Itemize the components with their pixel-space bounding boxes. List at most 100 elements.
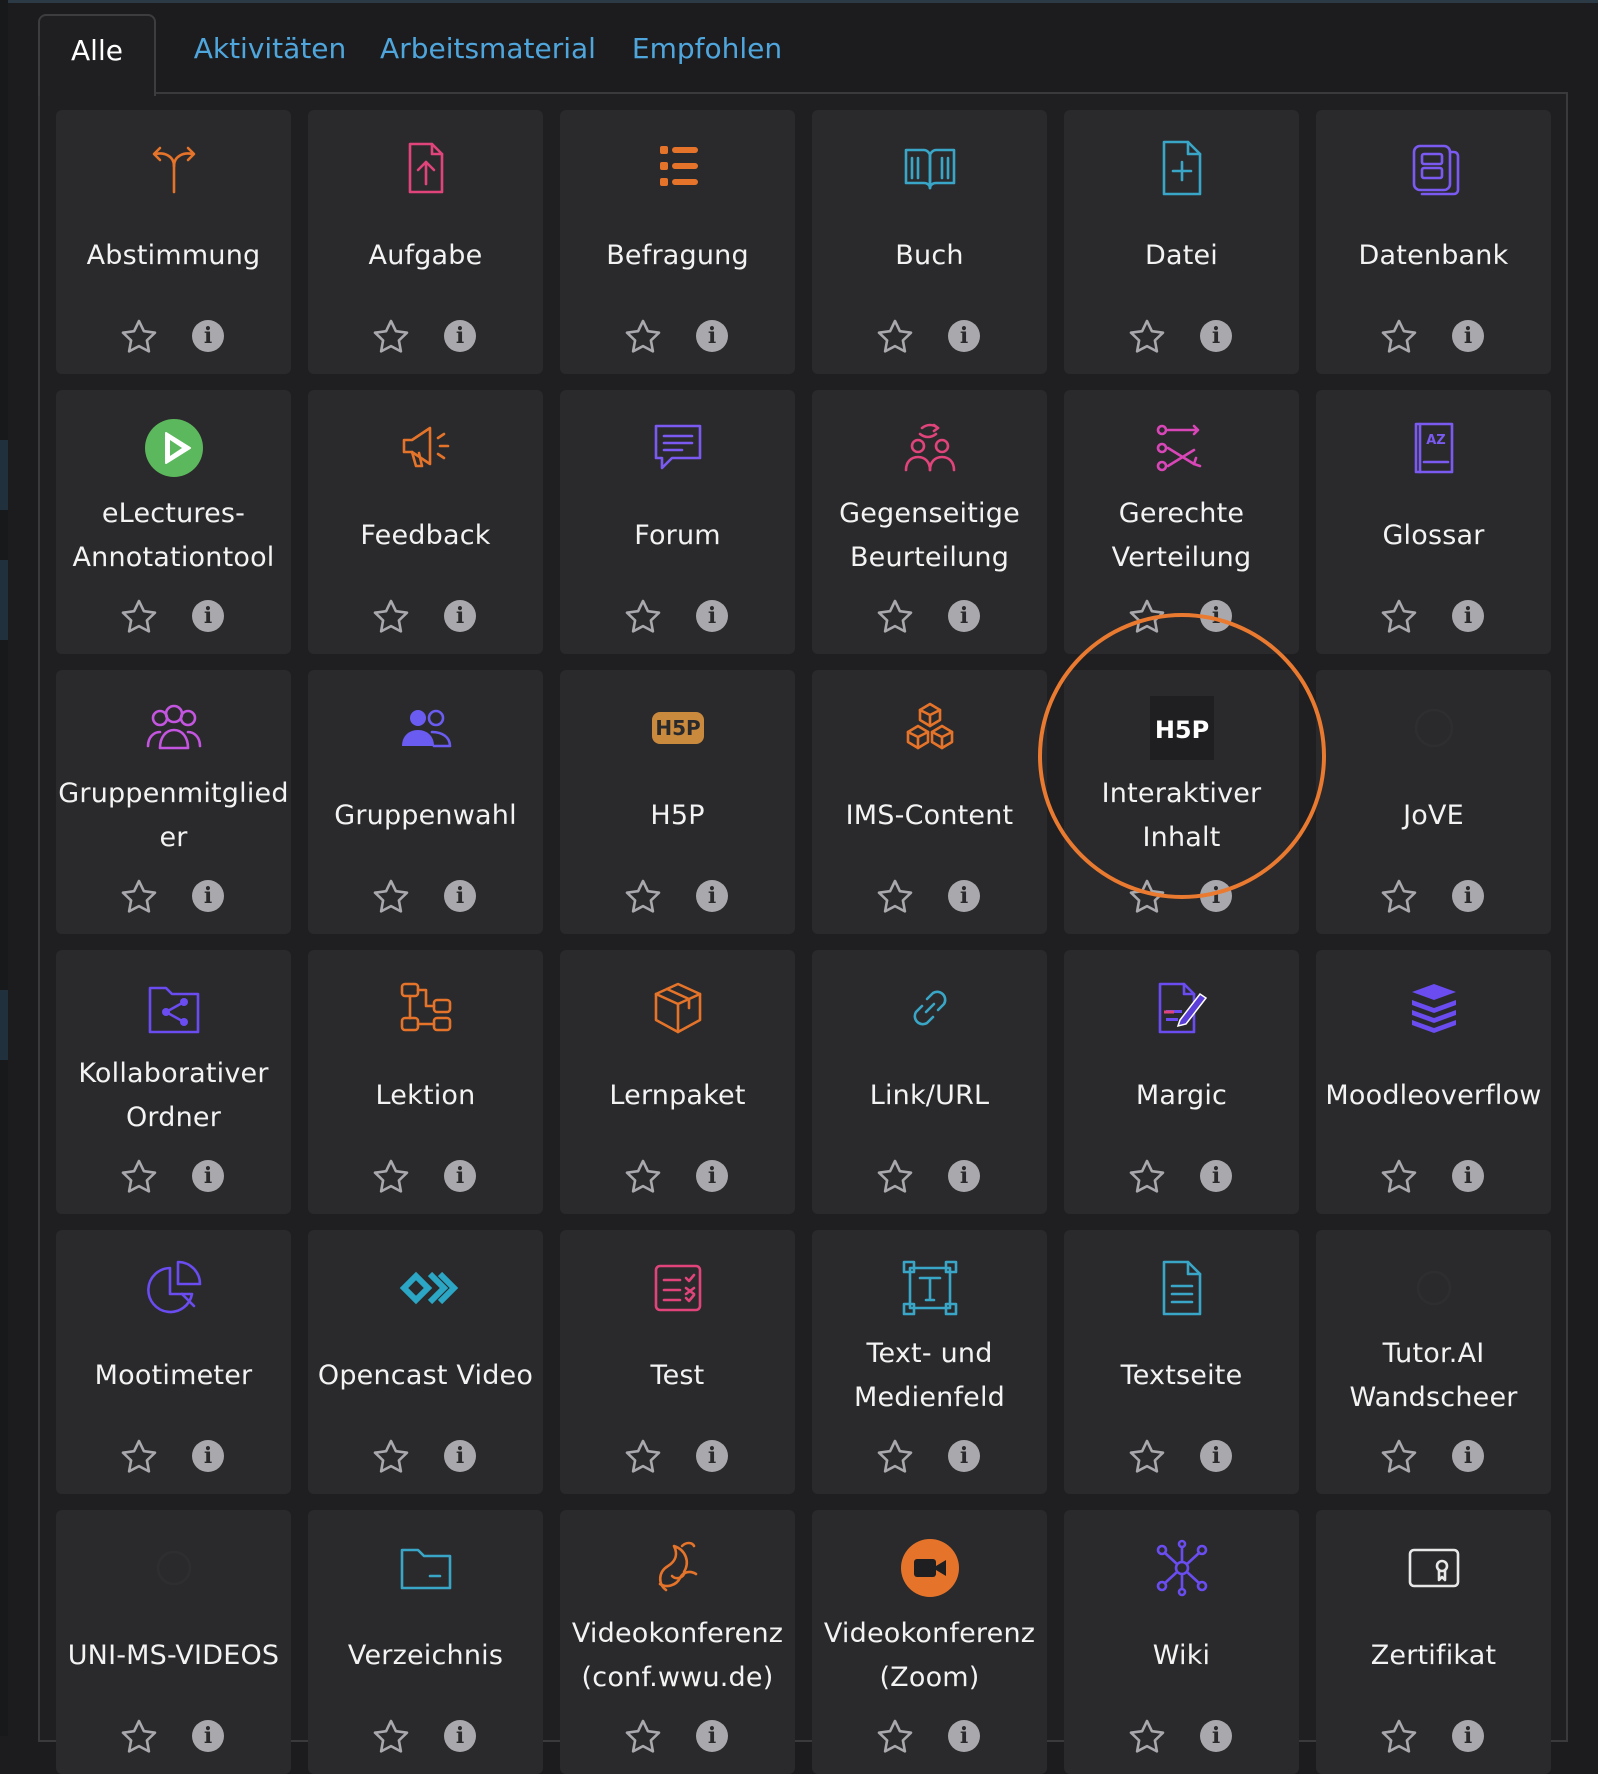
module-tile[interactable]: Gruppenwahl i [308, 670, 543, 934]
info-icon[interactable]: i [696, 1720, 728, 1752]
info-icon[interactable]: i [1200, 880, 1232, 912]
star-icon[interactable] [120, 318, 158, 356]
star-icon[interactable] [624, 1718, 662, 1756]
info-icon[interactable]: i [192, 320, 224, 352]
info-icon[interactable]: i [1200, 1440, 1232, 1472]
module-tile[interactable]: Kollaborativer Ordner i [56, 950, 291, 1214]
star-icon[interactable] [876, 1158, 914, 1196]
star-icon[interactable] [120, 878, 158, 916]
module-tile[interactable]: Wiki i [1064, 1510, 1299, 1774]
star-icon[interactable] [624, 318, 662, 356]
star-icon[interactable] [1128, 1158, 1166, 1196]
star-icon[interactable] [1128, 318, 1166, 356]
module-tile[interactable]: Feedback i [308, 390, 543, 654]
star-icon[interactable] [624, 1438, 662, 1476]
module-tile[interactable]: UNI-MS-VIDEOS i [56, 1510, 291, 1774]
module-tile[interactable]: IMS-Content i [812, 670, 1047, 934]
star-icon[interactable] [120, 1438, 158, 1476]
tab-empfohlen[interactable]: Empfohlen [622, 14, 792, 93]
star-icon[interactable] [120, 598, 158, 636]
star-icon[interactable] [876, 318, 914, 356]
module-tile[interactable]: Gegenseitige Beurteilung i [812, 390, 1047, 654]
info-icon[interactable]: i [948, 320, 980, 352]
info-icon[interactable]: i [1200, 1720, 1232, 1752]
module-tile[interactable]: Aufgabe i [308, 110, 543, 374]
info-icon[interactable]: i [696, 1440, 728, 1472]
star-icon[interactable] [120, 1158, 158, 1196]
tab-alle[interactable]: Alle [38, 14, 156, 96]
module-tile[interactable]: Verzeichnis i [308, 1510, 543, 1774]
module-tile[interactable]: Zertifikat i [1316, 1510, 1551, 1774]
info-icon[interactable]: i [948, 1160, 980, 1192]
module-tile[interactable]: Textseite i [1064, 1230, 1299, 1494]
module-tile[interactable]: Gerechte Verteilung i [1064, 390, 1299, 654]
module-tile[interactable]: Tutor.AI Wandscheer i [1316, 1230, 1551, 1494]
star-icon[interactable] [1380, 878, 1418, 916]
module-tile[interactable]: Befragung i [560, 110, 795, 374]
star-icon[interactable] [1380, 318, 1418, 356]
info-icon[interactable]: i [192, 880, 224, 912]
info-icon[interactable]: i [948, 1440, 980, 1472]
star-icon[interactable] [1380, 1438, 1418, 1476]
info-icon[interactable]: i [192, 600, 224, 632]
info-icon[interactable]: i [444, 1720, 476, 1752]
module-tile[interactable]: Gruppenmitglieder i [56, 670, 291, 934]
module-tile[interactable]: JoVE i [1316, 670, 1551, 934]
star-icon[interactable] [372, 1718, 410, 1756]
info-icon[interactable]: i [696, 1160, 728, 1192]
module-tile[interactable]: Lektion i [308, 950, 543, 1214]
star-icon[interactable] [876, 1718, 914, 1756]
module-tile[interactable]: Opencast Video i [308, 1230, 543, 1494]
info-icon[interactable]: i [444, 880, 476, 912]
info-icon[interactable]: i [696, 880, 728, 912]
star-icon[interactable] [876, 598, 914, 636]
module-tile[interactable]: Abstimmung i [56, 110, 291, 374]
star-icon[interactable] [624, 878, 662, 916]
star-icon[interactable] [372, 318, 410, 356]
star-icon[interactable] [1128, 1438, 1166, 1476]
star-icon[interactable] [372, 1158, 410, 1196]
info-icon[interactable]: i [192, 1720, 224, 1752]
module-tile[interactable]: Videokonferenz (Zoom) i [812, 1510, 1047, 1774]
info-icon[interactable]: i [444, 600, 476, 632]
info-icon[interactable]: i [192, 1440, 224, 1472]
tab-arbeitsmaterial[interactable]: Arbeitsmaterial [378, 14, 598, 93]
info-icon[interactable]: i [1452, 1160, 1484, 1192]
star-icon[interactable] [1128, 878, 1166, 916]
module-tile[interactable]: Datei i [1064, 110, 1299, 374]
module-tile[interactable]: Test i [560, 1230, 795, 1494]
star-icon[interactable] [624, 598, 662, 636]
star-icon[interactable] [1380, 1718, 1418, 1756]
star-icon[interactable] [1128, 1718, 1166, 1756]
info-icon[interactable]: i [1452, 1440, 1484, 1472]
module-tile[interactable]: AZ Glossar i [1316, 390, 1551, 654]
star-icon[interactable] [1380, 1158, 1418, 1196]
module-tile[interactable]: Moodleoverflow i [1316, 950, 1551, 1214]
info-icon[interactable]: i [444, 1440, 476, 1472]
info-icon[interactable]: i [1200, 1160, 1232, 1192]
module-tile[interactable]: H5P H5P i [560, 670, 795, 934]
star-icon[interactable] [372, 1438, 410, 1476]
module-tile[interactable]: eLectures-Annotationtool i [56, 390, 291, 654]
module-tile[interactable]: H5P Interaktiver Inhalt i [1064, 670, 1299, 934]
module-tile[interactable]: Link/URL i [812, 950, 1047, 1214]
star-icon[interactable] [120, 1718, 158, 1756]
star-icon[interactable] [1128, 598, 1166, 636]
module-tile[interactable]: Margic i [1064, 950, 1299, 1214]
info-icon[interactable]: i [1200, 320, 1232, 352]
info-icon[interactable]: i [192, 1160, 224, 1192]
info-icon[interactable]: i [444, 1160, 476, 1192]
star-icon[interactable] [876, 1438, 914, 1476]
info-icon[interactable]: i [1452, 600, 1484, 632]
info-icon[interactable]: i [948, 880, 980, 912]
module-tile[interactable]: Text- und Medienfeld i [812, 1230, 1047, 1494]
info-icon[interactable]: i [1200, 600, 1232, 632]
star-icon[interactable] [1380, 598, 1418, 636]
info-icon[interactable]: i [1452, 1720, 1484, 1752]
info-icon[interactable]: i [444, 320, 476, 352]
info-icon[interactable]: i [948, 1720, 980, 1752]
module-tile[interactable]: Buch i [812, 110, 1047, 374]
info-icon[interactable]: i [696, 320, 728, 352]
info-icon[interactable]: i [1452, 320, 1484, 352]
module-tile[interactable]: Lernpaket i [560, 950, 795, 1214]
